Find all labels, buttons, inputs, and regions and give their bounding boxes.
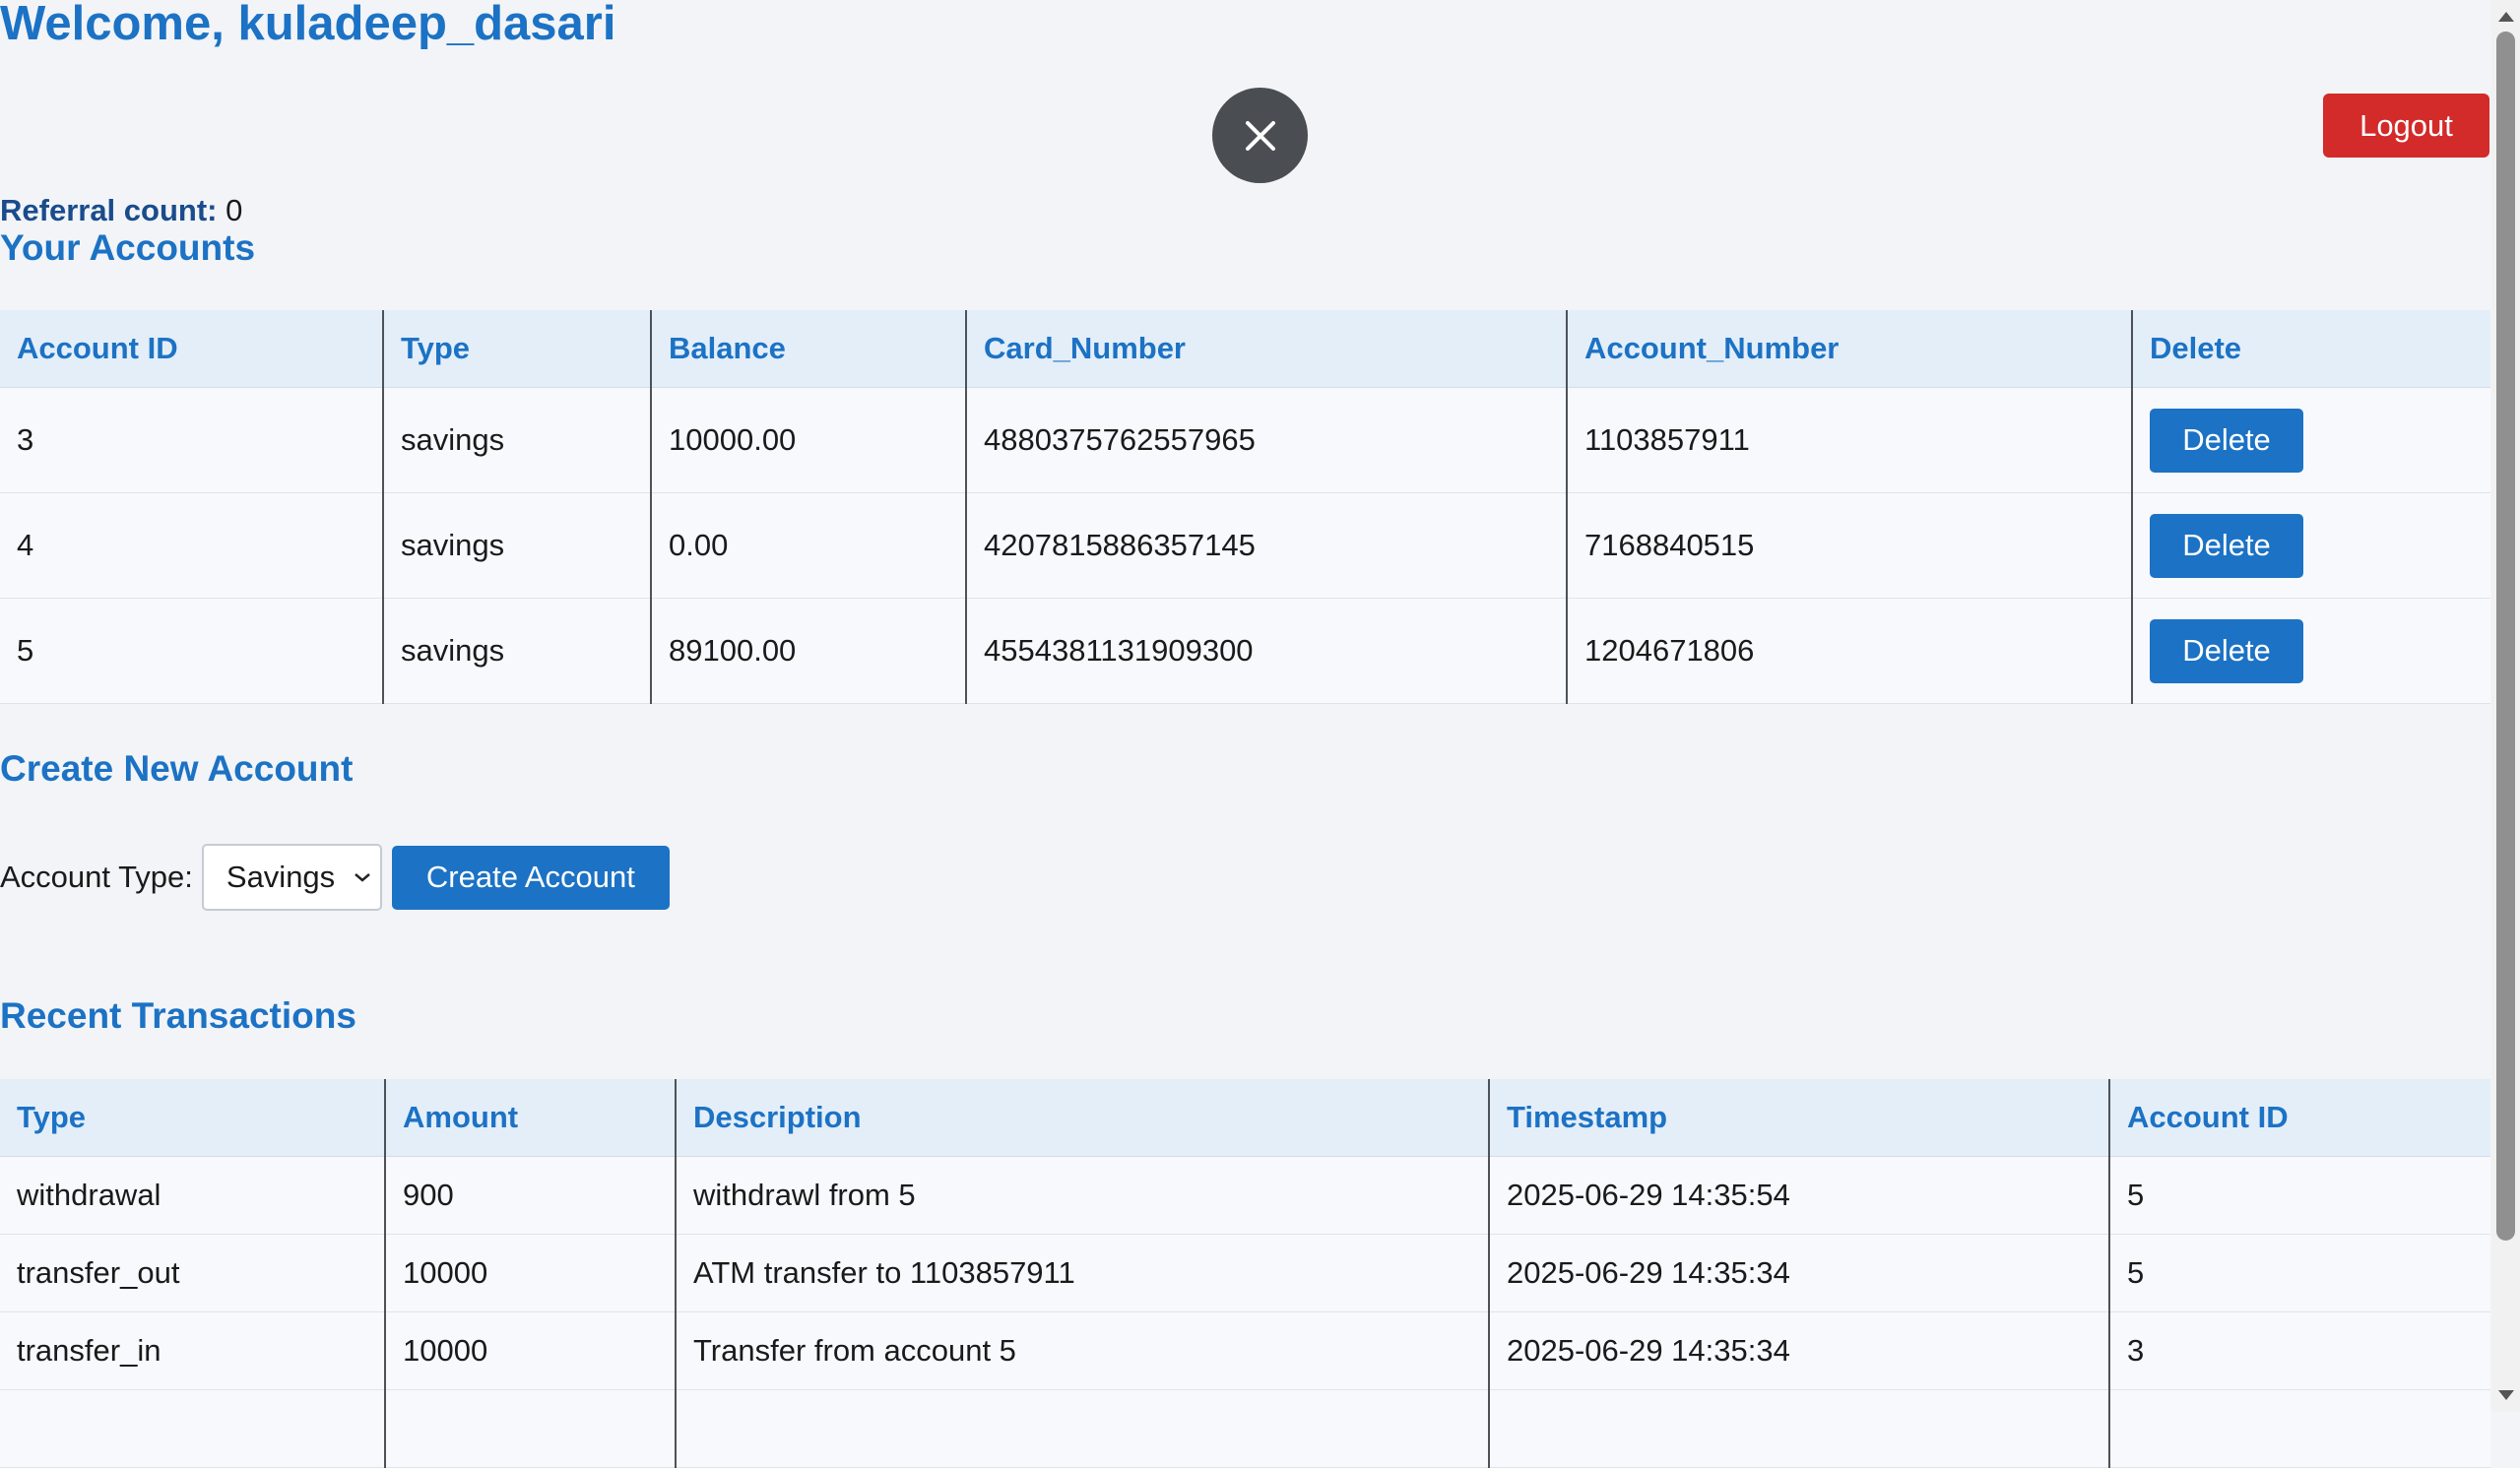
cell-balance: 89100.00 — [650, 598, 966, 704]
col-type: Type — [382, 310, 651, 388]
accounts-table: Account ID Type Balance Card_Number Acco… — [0, 310, 2490, 704]
cell-account-id: 5 — [0, 598, 383, 704]
transactions-header-row: Type Amount Description Timestamp Accoun… — [0, 1079, 2490, 1157]
cell-card-number: 4207815886357145 — [965, 492, 1567, 599]
scroll-down-icon[interactable] — [2498, 1390, 2514, 1400]
cell-card-number: 4880375762557965 — [965, 387, 1567, 493]
cell-balance: 0.00 — [650, 492, 966, 599]
delete-button[interactable]: Delete — [2150, 513, 2303, 578]
col-card-number: Card_Number — [965, 310, 1567, 388]
table-row: 3 savings 10000.00 4880375762557965 1103… — [0, 387, 2490, 493]
cell-account-number: 7168840515 — [1566, 492, 2132, 599]
cell-tx-timestamp: 2025-06-29 14:35:34 — [1488, 1234, 2109, 1312]
transactions-table: Type Amount Description Timestamp Accoun… — [0, 1079, 2490, 1468]
col-delete: Delete — [2131, 310, 2490, 388]
col-tx-description: Description — [675, 1079, 1489, 1157]
delete-button[interactable]: Delete — [2150, 408, 2303, 473]
cell-tx-amount: 900 — [384, 1156, 676, 1235]
cell-tx-description: withdrawl from 5 — [675, 1156, 1489, 1235]
scrollbar-thumb[interactable] — [2496, 32, 2515, 1241]
welcome-heading: Welcome, kuladeep_dasari — [0, 0, 616, 50]
cell-account-id: 3 — [0, 387, 383, 493]
cell-delete: Delete — [2131, 387, 2490, 493]
scroll-up-icon[interactable] — [2498, 12, 2514, 22]
table-row: transfer_out 10000 ATM transfer to 11038… — [0, 1234, 2490, 1312]
close-icon — [1245, 120, 1275, 151]
delete-button[interactable]: Delete — [2150, 618, 2303, 683]
create-account-form: Account Type: Savings Create Account — [0, 843, 670, 912]
accounts-header-row: Account ID Type Balance Card_Number Acco… — [0, 310, 2490, 388]
account-type-value: Savings — [226, 860, 336, 894]
cell-tx-type: withdrawal — [0, 1156, 385, 1235]
account-type-label: Account Type: — [0, 860, 193, 894]
cell-tx-timestamp: 2025-06-29 14:35:34 — [1488, 1311, 2109, 1390]
col-tx-type: Type — [0, 1079, 385, 1157]
cell-tx-amount: 10000 — [384, 1234, 676, 1312]
col-tx-account-id: Account ID — [2108, 1079, 2490, 1157]
vertical-scrollbar[interactable] — [2491, 0, 2520, 1412]
close-button[interactable] — [1212, 88, 1308, 183]
create-account-button[interactable]: Create Account — [391, 845, 670, 910]
cell-tx-type: transfer_in — [0, 1311, 385, 1390]
cell-delete: Delete — [2131, 492, 2490, 599]
col-tx-amount: Amount — [384, 1079, 676, 1157]
cell-delete: Delete — [2131, 598, 2490, 704]
col-balance: Balance — [650, 310, 966, 388]
referral-value: 0 — [226, 193, 243, 227]
chevron-down-icon — [355, 873, 370, 882]
create-account-title: Create New Account — [0, 748, 354, 789]
cell-type: savings — [382, 598, 651, 704]
cell-tx-account-id: 5 — [2108, 1156, 2490, 1235]
col-account-number: Account_Number — [1566, 310, 2132, 388]
account-type-select[interactable]: Savings — [201, 844, 382, 911]
cell-tx-account-id: 5 — [2108, 1234, 2490, 1312]
cell-tx-timestamp: 2025-06-29 14:35:54 — [1488, 1156, 2109, 1235]
cell-balance: 10000.00 — [650, 387, 966, 493]
table-row: withdrawal 900 withdrawl from 5 2025-06-… — [0, 1156, 2490, 1235]
col-account-id: Account ID — [0, 310, 383, 388]
table-row: 4 savings 0.00 4207815886357145 71688405… — [0, 492, 2490, 599]
cell-tx-amount: 10000 — [384, 1311, 676, 1390]
table-row: 5 savings 89100.00 4554381131909300 1204… — [0, 598, 2490, 704]
cell-type: savings — [382, 492, 651, 599]
cell-tx-account-id: 3 — [2108, 1311, 2490, 1390]
cell-type: savings — [382, 387, 651, 493]
accounts-title: Your Accounts — [0, 227, 256, 268]
dashboard-page: Welcome, kuladeep_dasari Logout Referral… — [0, 0, 2491, 1468]
cell-tx-description: Transfer from account 5 — [675, 1311, 1489, 1390]
cell-account-number: 1204671806 — [1566, 598, 2132, 704]
cell-tx-type: transfer_out — [0, 1234, 385, 1312]
cell-account-number: 1103857911 — [1566, 387, 2132, 493]
cell-tx-description: ATM transfer to 1103857911 — [675, 1234, 1489, 1312]
cell-account-id: 4 — [0, 492, 383, 599]
table-row: transfer_in 10000 Transfer from account … — [0, 1311, 2490, 1390]
referral-count: Referral count: 0 — [0, 193, 242, 228]
col-tx-timestamp: Timestamp — [1488, 1079, 2109, 1157]
transactions-title: Recent Transactions — [0, 995, 356, 1036]
referral-label: Referral count: — [0, 193, 218, 227]
table-row — [0, 1389, 2490, 1468]
cell-card-number: 4554381131909300 — [965, 598, 1567, 704]
logout-button[interactable]: Logout — [2323, 94, 2489, 158]
